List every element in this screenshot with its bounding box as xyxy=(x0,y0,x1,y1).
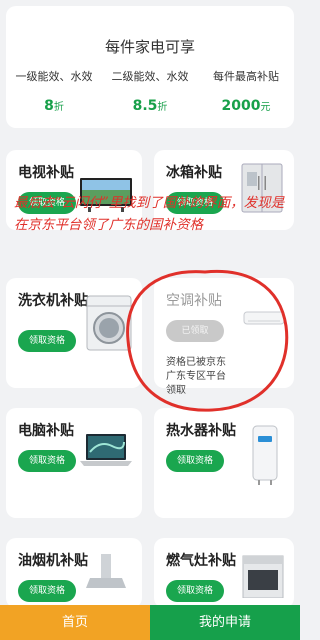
tier-max-subsidy: 每件最高补贴 2000元 xyxy=(198,68,294,114)
summary-title: 每件家电可享 xyxy=(104,38,195,56)
subsidy-card-air-conditioner[interactable]: 空调补贴 已领取 资格已被京东 广东专区平台 领取 xyxy=(154,278,294,396)
gas-stove-icon xyxy=(242,555,284,598)
subsidy-card-gas-stove[interactable]: 燃气灶补贴 领取资格 xyxy=(154,538,294,608)
air-conditioner-icon xyxy=(243,311,285,325)
tier-label: 每件最高补贴 xyxy=(213,70,279,83)
tier-value: 8折 xyxy=(44,98,64,114)
subsidy-title: 燃气灶补贴 xyxy=(166,553,236,569)
handwritten-annotation: 最后去“云闪付”里找到了国补的界面，发现是在京东平台领了广东的国补资格 xyxy=(14,195,285,233)
subsidy-card-washer[interactable]: 洗衣机补贴 领取资格 xyxy=(6,278,142,388)
claimed-button: 已领取 xyxy=(166,320,224,342)
subsidy-title: 油烟机补贴 xyxy=(18,553,88,569)
tier-level-1: 一级能效、水效 8折 xyxy=(6,68,102,114)
subsidy-title: 空调补贴 xyxy=(166,293,222,309)
claim-button[interactable]: 领取资格 xyxy=(166,450,224,472)
subsidy-card-computer[interactable]: 电脑补贴 领取资格 xyxy=(6,408,142,518)
subsidy-title: 热水器补贴 xyxy=(166,423,236,439)
claim-button[interactable]: 领取资格 xyxy=(18,450,76,472)
claim-button[interactable]: 领取资格 xyxy=(18,580,76,602)
tab-home[interactable]: 首页 xyxy=(0,605,150,640)
subsidy-card-range-hood[interactable]: 油烟机补贴 领取资格 xyxy=(6,538,142,608)
subsidy-card-water-heater[interactable]: 热水器补贴 领取资格 xyxy=(154,408,294,518)
tab-my-applications[interactable]: 我的申请 xyxy=(150,605,300,640)
tier-value: 8.5折 xyxy=(132,98,168,114)
subsidy-title: 电脑补贴 xyxy=(18,423,74,439)
subsidy-title: 洗衣机补贴 xyxy=(18,293,88,309)
claimed-note: 资格已被京东 广东专区平台 领取 xyxy=(166,357,226,396)
range-hood-icon xyxy=(86,554,126,588)
tier-label: 二级能效、水效 xyxy=(111,70,189,83)
tier-level-2: 二级能效、水效 8.5折 xyxy=(102,68,198,114)
subsidy-title: 冰箱补贴 xyxy=(166,165,222,181)
claim-button[interactable]: 领取资格 xyxy=(18,330,76,352)
claim-button[interactable]: 领取资格 xyxy=(166,580,224,602)
water-heater-icon xyxy=(252,425,278,485)
tier-label: 一级能效、水效 xyxy=(15,70,93,83)
tier-value: 2000元 xyxy=(221,98,271,114)
laptop-icon xyxy=(80,434,132,466)
subsidy-summary-card: 每件家电可享 一级能效、水效 8折 二级能效、水效 8.5折 每件最高补贴 20… xyxy=(6,6,294,128)
washing-machine-icon xyxy=(86,295,132,351)
bottom-tab-bar: 首页 我的申请 xyxy=(0,605,300,640)
subsidy-title: 电视补贴 xyxy=(18,165,74,181)
